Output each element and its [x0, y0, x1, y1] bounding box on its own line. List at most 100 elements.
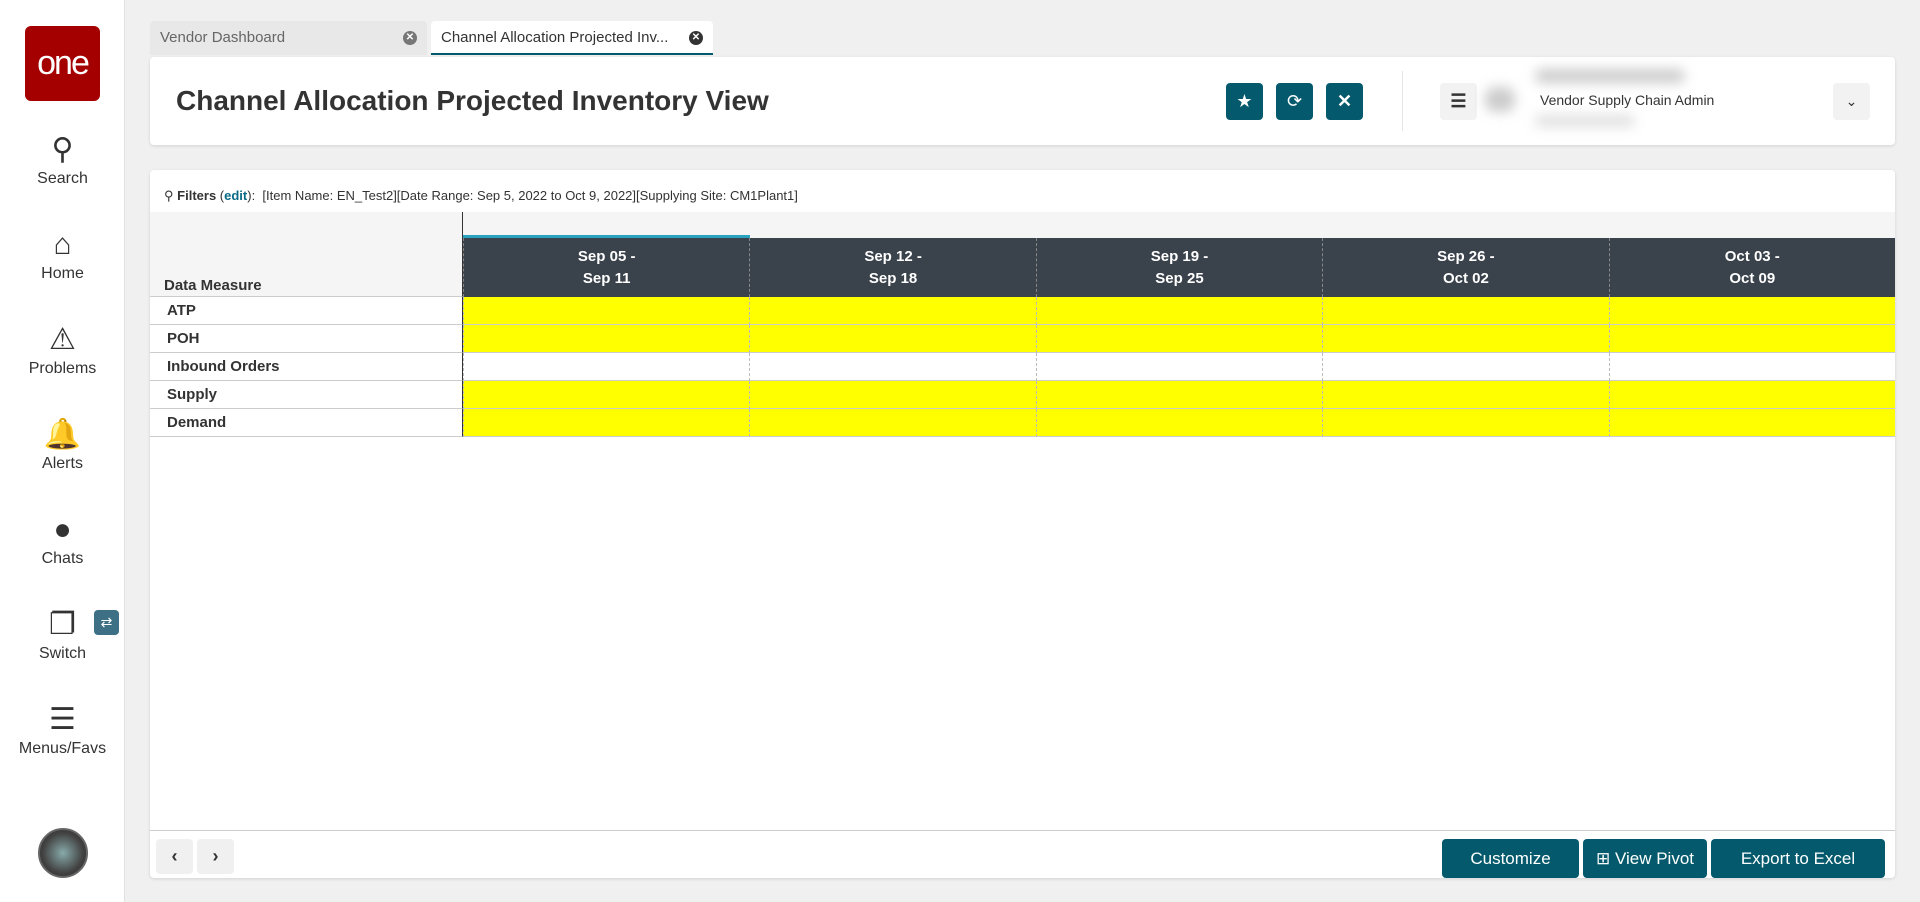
- chevron-right-icon: ›: [212, 846, 219, 866]
- grid-cell[interactable]: [1035, 381, 1323, 409]
- grid-cell[interactable]: [1322, 353, 1609, 381]
- sidebar-item-menus-favs[interactable]: ☰ Menus/Favs: [0, 702, 125, 758]
- customize-label: Customize: [1470, 849, 1551, 868]
- grid-cell[interactable]: [1608, 381, 1895, 409]
- user-avatar[interactable]: [38, 828, 88, 878]
- grid-footer: ‹ › Customize ⊞ View Pivot Export to Exc…: [150, 830, 1895, 878]
- row-label: ATP: [150, 297, 463, 325]
- column-header-line1: Sep 05 -: [577, 248, 636, 265]
- close-tab-icon[interactable]: ✕: [689, 31, 703, 45]
- grid-cell[interactable]: [749, 353, 1036, 381]
- sidebar-item-alerts[interactable]: 🔔 Alerts: [0, 417, 125, 473]
- page-header: Channel Allocation Projected Inventory V…: [150, 57, 1895, 145]
- page-title: Channel Allocation Projected Inventory V…: [176, 85, 769, 116]
- sidebar-label: Search: [37, 170, 88, 187]
- sidebar-label: Chats: [41, 550, 84, 567]
- column-header-line1: Sep 12 -: [864, 248, 922, 265]
- favorite-button[interactable]: ★: [1226, 83, 1263, 120]
- hamburger-icon: ☰: [1450, 91, 1467, 111]
- sidebar-item-home[interactable]: ⌂ Home: [0, 227, 125, 283]
- refresh-icon: ⟳: [1286, 91, 1303, 111]
- sidebar: one ⚲ Search ⌂ Home ⚠ Problems 🔔 Alerts ● Cha…: [0, 0, 125, 902]
- grid-cell[interactable]: [463, 297, 750, 325]
- tab-vendor-dashboard[interactable]: Vendor Dashboard ✕: [150, 21, 427, 55]
- user-org: [1535, 115, 1635, 127]
- grid-cell[interactable]: [749, 325, 1036, 353]
- filters-label: Filters: [177, 188, 217, 203]
- user-photo: [1485, 87, 1515, 112]
- column-header[interactable]: Oct 03 - Oct 09: [1608, 238, 1895, 297]
- close-tab-icon[interactable]: ✕: [403, 31, 417, 45]
- row-label: POH: [150, 325, 463, 353]
- sidebar-label: Home: [41, 265, 84, 282]
- grid-cell[interactable]: [463, 381, 750, 409]
- sidebar-item-search[interactable]: ⚲ Search: [0, 132, 125, 188]
- grid-cell[interactable]: [1608, 409, 1895, 437]
- export-to-excel-button[interactable]: Export to Excel: [1711, 839, 1885, 878]
- grid-cell[interactable]: [463, 353, 750, 381]
- column-header-line1: Sep 19 -: [1150, 248, 1209, 265]
- column-header[interactable]: Sep 12 - Sep 18: [749, 238, 1036, 297]
- column-header-line2: Sep 25: [1155, 270, 1204, 287]
- grid-cell[interactable]: [463, 409, 750, 437]
- column-header-line2: Sep 18: [868, 270, 918, 287]
- customize-button[interactable]: Customize: [1442, 839, 1579, 878]
- grid-cell[interactable]: [749, 297, 1036, 325]
- export-label: Export to Excel: [1740, 849, 1856, 868]
- refresh-button[interactable]: ⟳: [1276, 83, 1313, 120]
- chat-icon: ●: [53, 513, 72, 546]
- grid-cell[interactable]: [1035, 409, 1323, 437]
- sidebar-item-chats[interactable]: ● Chats: [0, 512, 125, 568]
- star-icon: ★: [1236, 91, 1253, 111]
- column-header[interactable]: Sep 19 - Sep 25: [1035, 238, 1323, 297]
- filters-bar: ⚲ Filters (edit): [Item Name: EN_Test2][…: [164, 188, 798, 203]
- grid-cell[interactable]: [1608, 297, 1895, 325]
- row-label: Demand: [150, 409, 463, 437]
- search-icon: ⚲: [164, 188, 174, 203]
- corner-header: Data Measure: [150, 212, 463, 297]
- user-dropdown-button[interactable]: ⌄: [1833, 83, 1870, 120]
- grid-cell[interactable]: [1608, 353, 1895, 381]
- grid-cell[interactable]: [749, 409, 1036, 437]
- switch-badge-icon: ⇄: [94, 610, 119, 635]
- sidebar-label: Alerts: [42, 455, 83, 472]
- sidebar-label: Menus/Favs: [18, 740, 107, 757]
- app-logo[interactable]: one: [25, 26, 100, 101]
- edit-filters-link[interactable]: edit: [224, 188, 247, 203]
- close-icon: ✕: [1336, 91, 1353, 111]
- chevron-left-icon: ‹: [171, 846, 178, 866]
- menu-button[interactable]: ☰: [1440, 83, 1477, 120]
- row-label: Supply: [150, 381, 463, 409]
- next-page-button[interactable]: ›: [197, 839, 234, 874]
- warning-icon: ⚠: [49, 323, 76, 356]
- grid-cell[interactable]: [1035, 325, 1323, 353]
- view-pivot-button[interactable]: ⊞ View Pivot: [1583, 839, 1707, 878]
- grid-cell[interactable]: [1322, 325, 1609, 353]
- grid-cell[interactable]: [749, 381, 1036, 409]
- column-header-line1: Sep 26 -: [1437, 248, 1495, 265]
- grid-cell[interactable]: [1608, 325, 1895, 353]
- sidebar-item-problems[interactable]: ⚠ Problems: [0, 322, 125, 378]
- menu-icon: ☰: [49, 703, 76, 736]
- view-pivot-label: View Pivot: [1614, 849, 1695, 868]
- sidebar-label: Switch: [38, 645, 87, 662]
- search-icon: ⚲: [51, 133, 74, 166]
- table-icon: ⊞: [1595, 849, 1611, 868]
- user-name: [1535, 69, 1685, 83]
- divider: [1402, 71, 1403, 131]
- grid-cell[interactable]: [1035, 353, 1323, 381]
- tab-channel-allocation[interactable]: Channel Allocation Projected Inv... ✕: [431, 21, 713, 55]
- chevron-down-icon: ⌄: [1845, 93, 1858, 109]
- column-header[interactable]: Sep 05 - Sep 11: [463, 238, 750, 297]
- prev-page-button[interactable]: ‹: [156, 839, 193, 874]
- column-header[interactable]: Sep 26 - Oct 02: [1322, 238, 1609, 297]
- grid-cell[interactable]: [1035, 297, 1323, 325]
- close-button[interactable]: ✕: [1326, 83, 1363, 120]
- user-role: Vendor Supply Chain Admin: [1540, 92, 1715, 108]
- column-header-line2: Sep 11: [582, 270, 631, 287]
- grid-cell[interactable]: [1322, 409, 1609, 437]
- grid-cell[interactable]: [1322, 297, 1609, 325]
- sidebar-label: Problems: [28, 360, 97, 377]
- grid-cell[interactable]: [1322, 381, 1609, 409]
- grid-cell[interactable]: [463, 325, 750, 353]
